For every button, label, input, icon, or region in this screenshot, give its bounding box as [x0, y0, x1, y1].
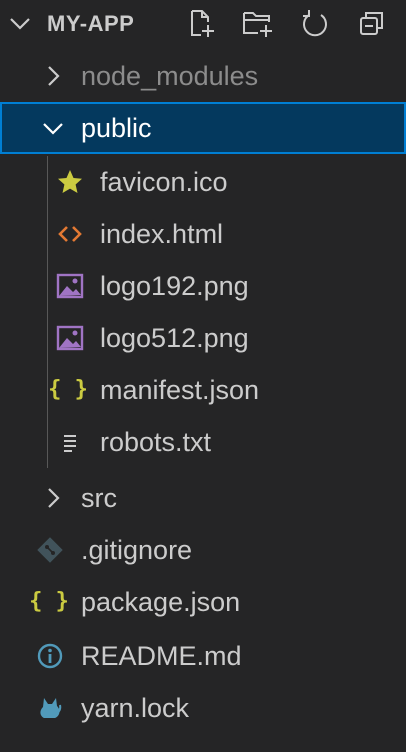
tree-item-label: .gitignore [81, 535, 193, 565]
refresh-icon[interactable] [298, 6, 332, 40]
tree-item-index-html[interactable]: index.html [0, 208, 406, 260]
collapse-all-icon[interactable] [355, 6, 389, 40]
tree-item-label: manifest.json [100, 375, 260, 405]
tree-item-readme[interactable]: README.md [0, 630, 406, 682]
file-explorer: MY-APP node_modules public favicon.ico i… [0, 0, 406, 752]
tree-item-package-json[interactable]: { } package.json [0, 576, 406, 628]
tree-item-label: index.html [100, 219, 224, 249]
new-file-icon[interactable] [184, 6, 218, 40]
tree-item-gitignore[interactable]: .gitignore [0, 524, 406, 576]
chevron-down-icon[interactable] [8, 12, 32, 36]
tree-item-label: yarn.lock [81, 693, 190, 723]
tree-item-label: package.json [81, 587, 241, 617]
image-icon [56, 272, 84, 300]
chevron-right-icon [40, 63, 66, 89]
tree-item-logo512[interactable]: logo512.png [0, 312, 406, 364]
tree-item-logo192[interactable]: logo192.png [0, 260, 406, 312]
json-icon: { } [29, 589, 69, 614]
explorer-header[interactable]: MY-APP [0, 0, 406, 48]
tree-item-label: public [81, 113, 152, 143]
text-file-icon [56, 428, 84, 456]
yarn-icon [36, 694, 64, 722]
tree-item-label: node_modules [81, 61, 259, 91]
tree-item-favicon[interactable]: favicon.ico [0, 156, 406, 208]
tree-item-robots[interactable]: robots.txt [0, 416, 406, 468]
tree-item-yarn-lock[interactable]: yarn.lock [0, 682, 406, 734]
json-icon: { } [48, 377, 88, 402]
tree-item-manifest[interactable]: { } manifest.json [0, 364, 406, 416]
chevron-down-icon [40, 115, 66, 141]
workspace-title: MY-APP [47, 11, 135, 36]
image-icon [56, 324, 84, 352]
tree-item-label: logo192.png [100, 271, 249, 301]
tree-item-label: src [81, 483, 117, 513]
star-icon [56, 168, 84, 196]
tree-item-label: README.md [81, 641, 242, 671]
tree-item-src[interactable]: src [0, 472, 406, 524]
git-icon [36, 536, 64, 564]
info-icon [36, 642, 64, 670]
html-icon [56, 220, 84, 248]
tree-item-public[interactable]: public [0, 102, 406, 154]
tree-item-node-modules[interactable]: node_modules [0, 50, 406, 102]
tree-item-label: favicon.ico [100, 167, 228, 197]
tree-item-label: logo512.png [100, 323, 249, 353]
chevron-right-icon [40, 485, 66, 511]
tree-item-label: robots.txt [100, 427, 212, 457]
new-folder-icon[interactable] [241, 6, 275, 40]
